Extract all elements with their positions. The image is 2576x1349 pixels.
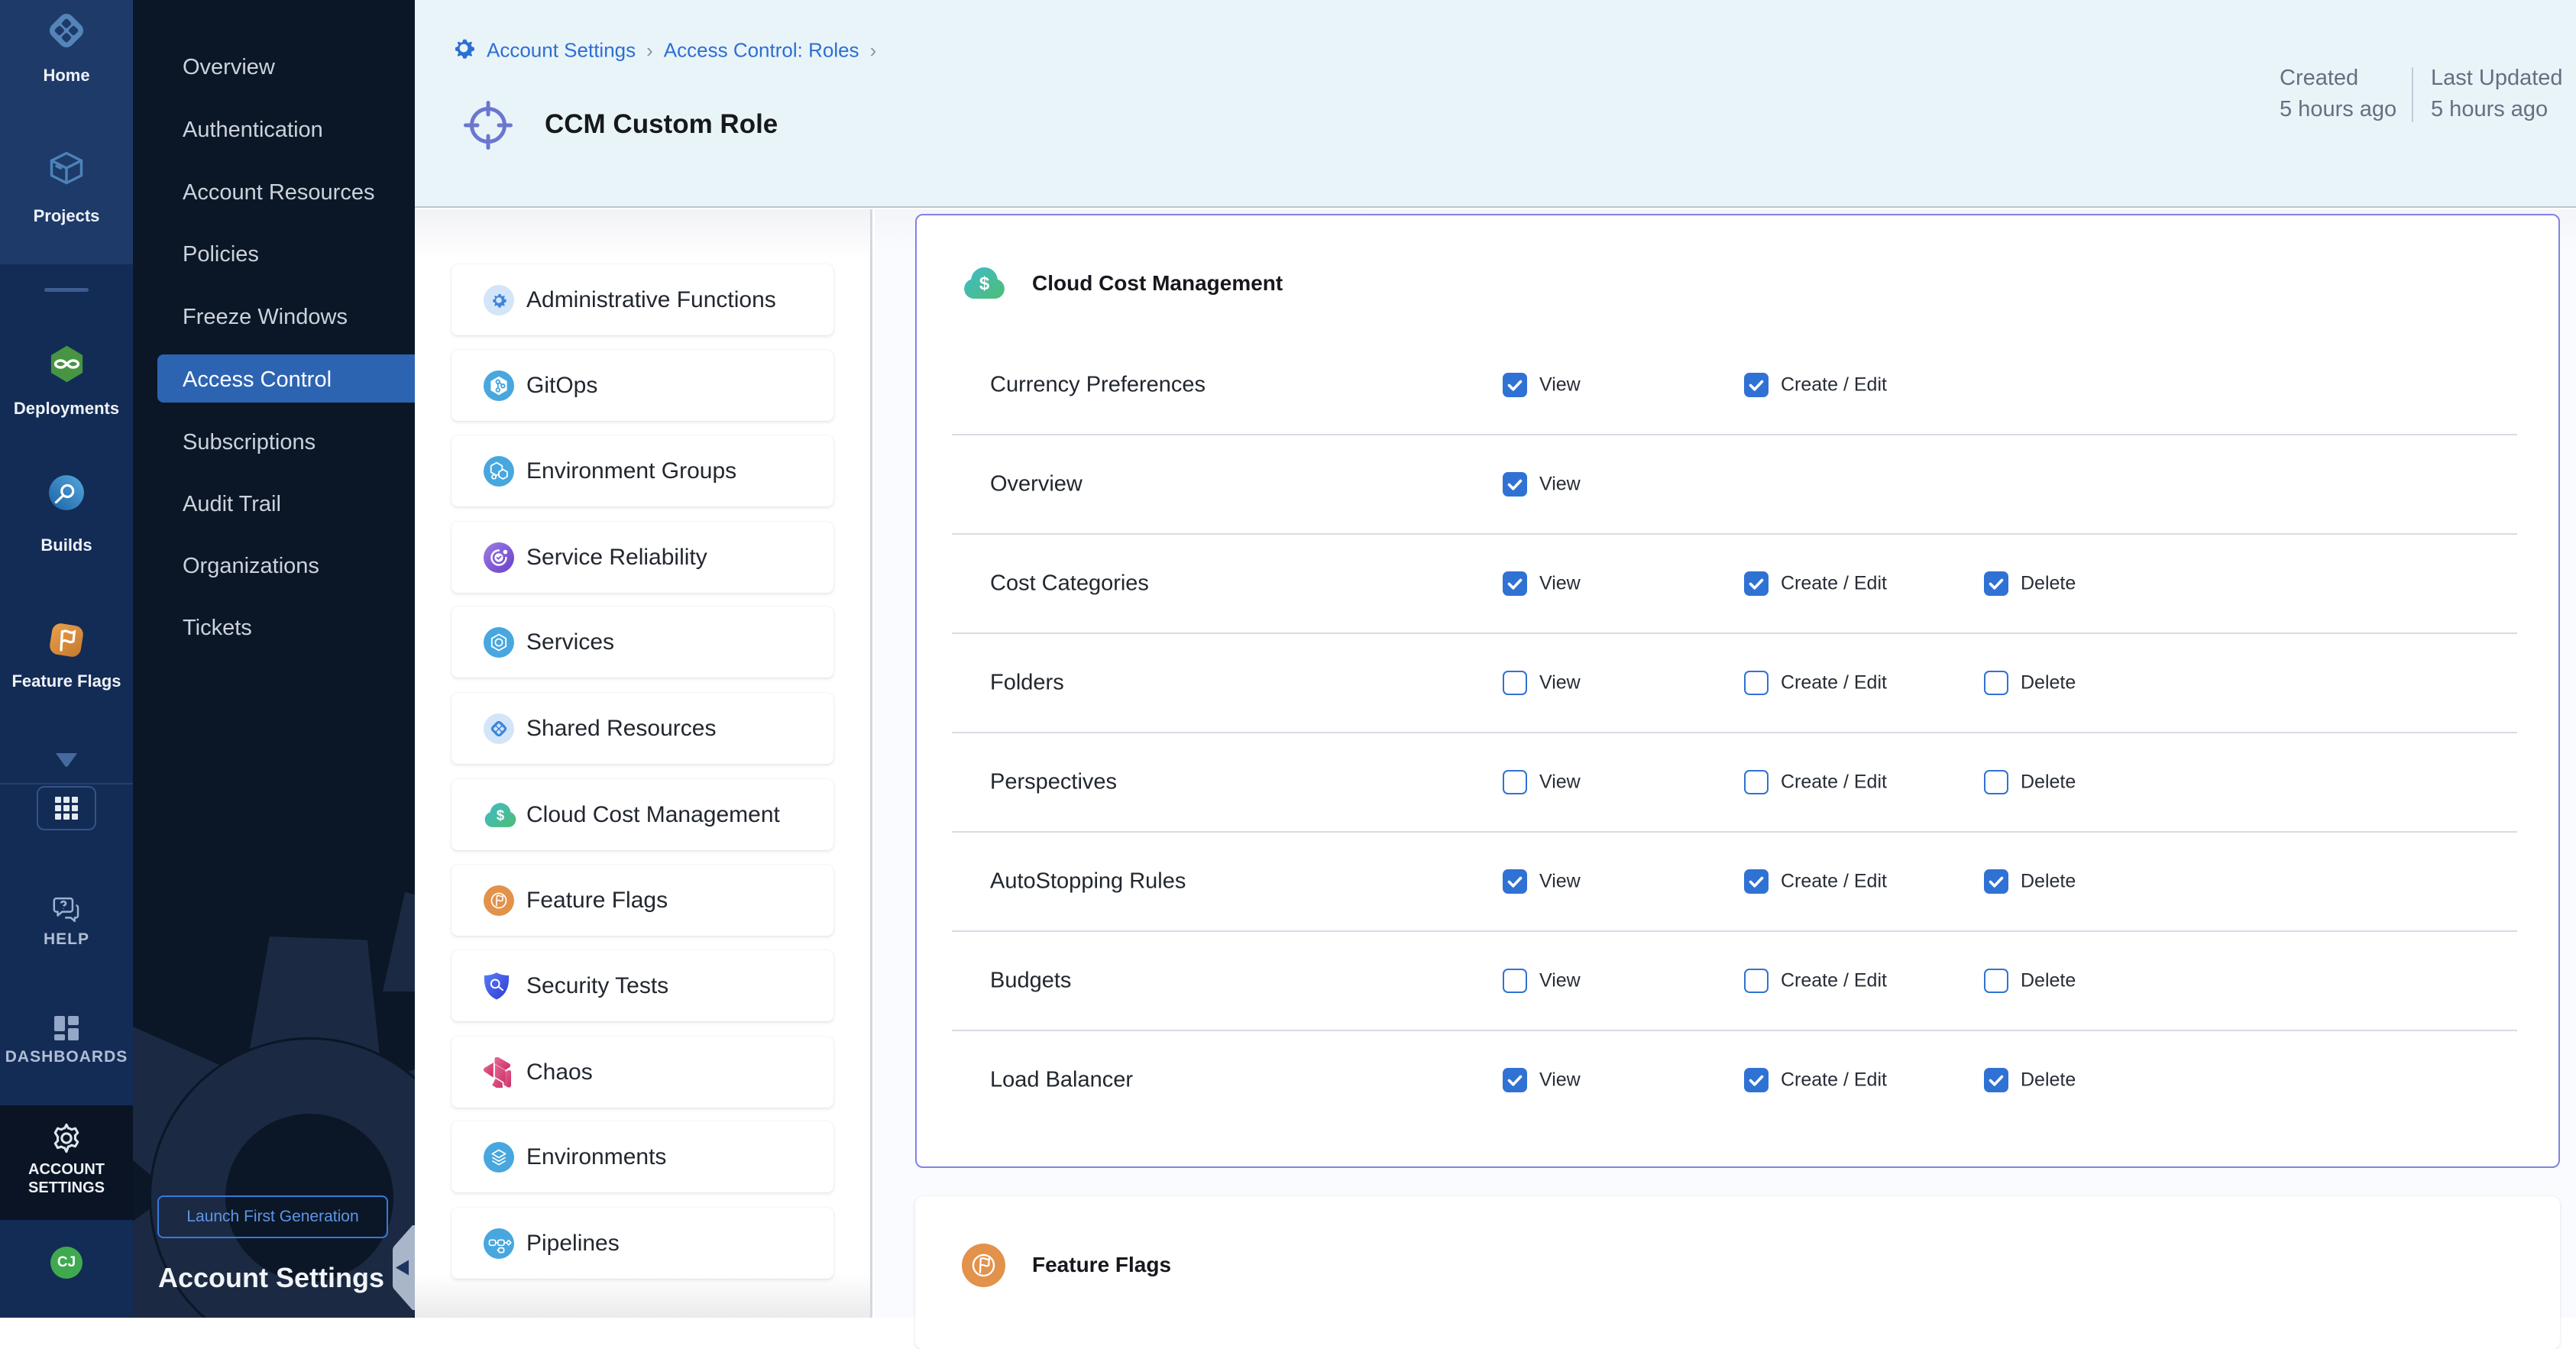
svg-text:$: $: [497, 807, 505, 823]
svg-text:$: $: [979, 273, 990, 294]
